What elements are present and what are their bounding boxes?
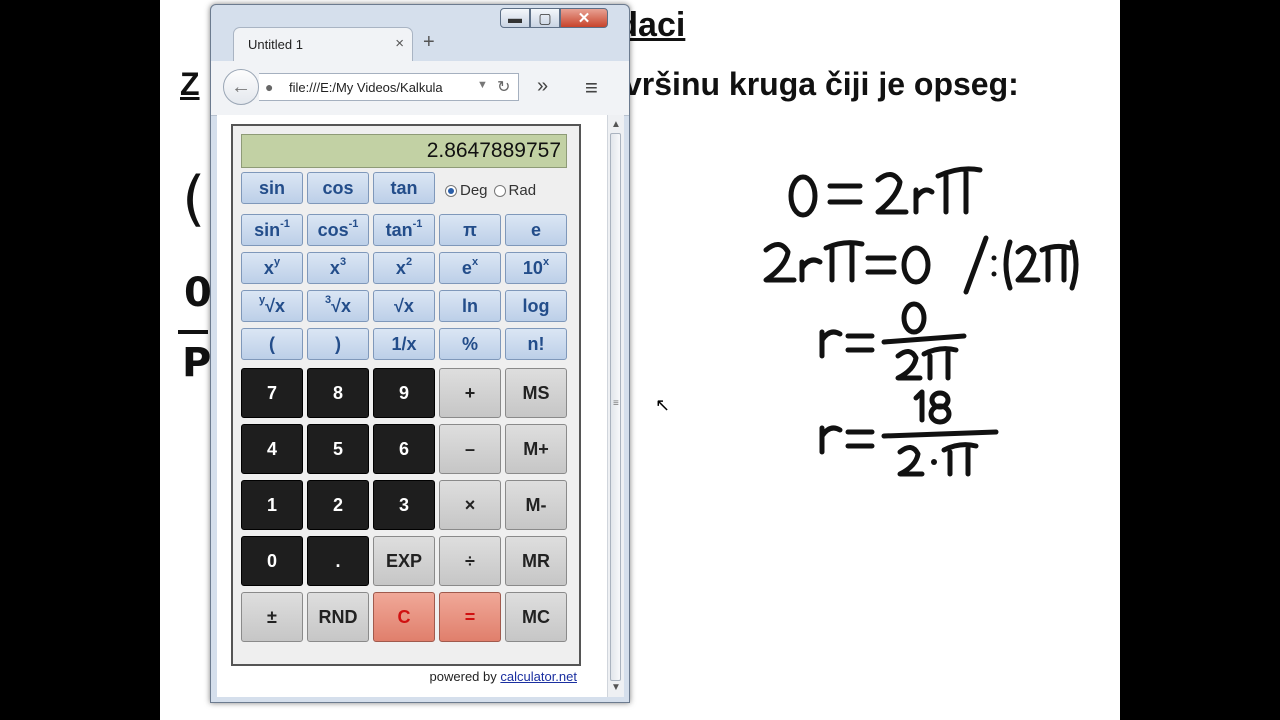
memory-store-button[interactable]: MS <box>505 368 567 418</box>
e-power-x-button[interactable]: ex <box>439 252 501 284</box>
x-power-y-button[interactable]: xy <box>241 252 303 284</box>
plus-minus-button[interactable]: ± <box>241 592 303 642</box>
url-dropdown-icon[interactable]: ▼ <box>477 79 488 91</box>
calculator-net-link[interactable]: calculator.net <box>500 669 577 684</box>
tab-title: Untitled 1 <box>248 37 303 52</box>
digit-9-button[interactable]: 9 <box>373 368 435 418</box>
plus-button[interactable]: + <box>439 368 501 418</box>
right-paren-button[interactable]: ) <box>307 328 369 360</box>
x-cubed-button[interactable]: x3 <box>307 252 369 284</box>
tan-button[interactable]: tan <box>373 172 435 204</box>
cos-button[interactable]: cos <box>307 172 369 204</box>
decimal-point-button[interactable]: . <box>307 536 369 586</box>
pi-button[interactable]: π <box>439 214 501 246</box>
scroll-down-icon[interactable]: ▼ <box>611 682 621 693</box>
ten-power-x-button[interactable]: 10 x <box>505 252 567 284</box>
digit-1-button[interactable]: 1 <box>241 480 303 530</box>
sin-button[interactable]: sin <box>241 172 303 204</box>
reload-icon[interactable]: ↻ <box>497 77 510 97</box>
calculator: 2.8647889757 sin cos tan Deg Rad sin -1 c… <box>231 124 581 666</box>
percent-button[interactable]: % <box>439 328 501 360</box>
ln-button[interactable]: ln <box>439 290 501 322</box>
browser-window: ▬ ▢ ✕ Untitled 1 × + ← ● file:///E:/My V… <box>210 4 630 703</box>
scroll-up-icon[interactable]: ▲ <box>611 119 621 130</box>
exp-button[interactable]: EXP <box>373 536 435 586</box>
formula-circumference <box>788 166 983 218</box>
tab-close-icon[interactable]: × <box>395 35 404 52</box>
digit-8-button[interactable]: 8 <box>307 368 369 418</box>
multiply-button[interactable]: × <box>439 480 501 530</box>
mouse-cursor-icon: ↖ <box>655 395 671 415</box>
new-tab-icon[interactable]: + <box>423 31 435 54</box>
log-button[interactable]: log <box>505 290 567 322</box>
memory-recall-button[interactable]: MR <box>505 536 567 586</box>
digit-2-button[interactable]: 2 <box>307 480 369 530</box>
vertical-scrollbar[interactable]: ▲ ≡ ▼ <box>607 115 624 697</box>
digit-3-button[interactable]: 3 <box>373 480 435 530</box>
memory-plus-button[interactable]: M+ <box>505 424 567 474</box>
rad-label: Rad <box>508 182 537 199</box>
powered-by-footer: powered by calculator.net <box>217 669 577 684</box>
formula-solve-step <box>763 235 1079 295</box>
hamburger-menu-icon[interactable]: ≡ <box>585 75 598 101</box>
digit-4-button[interactable]: 4 <box>241 424 303 474</box>
digit-5-button[interactable]: 5 <box>307 424 369 474</box>
divide-button[interactable]: ÷ <box>439 536 501 586</box>
powered-by-text: powered by <box>429 669 497 684</box>
cube-root-button[interactable]: 3 √x <box>307 290 369 322</box>
minus-button[interactable]: – <box>439 424 501 474</box>
y-root-x-button[interactable]: y √x <box>241 290 303 322</box>
digit-0-button[interactable]: 0 <box>241 536 303 586</box>
factorial-button[interactable]: n! <box>505 328 567 360</box>
close-window-button[interactable]: ✕ <box>560 8 608 28</box>
maximize-button[interactable]: ▢ <box>530 8 560 28</box>
page-content: 2.8647889757 sin cos tan Deg Rad sin -1 c… <box>217 115 607 697</box>
left-paren-button[interactable]: ( <box>241 328 303 360</box>
formula-radius <box>819 301 967 381</box>
calculator-display: 2.8647889757 <box>241 134 567 168</box>
rad-radio[interactable] <box>493 184 506 197</box>
reciprocal-button[interactable]: 1/x <box>373 328 435 360</box>
back-arrow-icon[interactable]: ← <box>223 69 259 105</box>
acos-button[interactable]: cos -1 <box>307 214 369 246</box>
equals-button[interactable]: = <box>439 592 501 642</box>
url-text[interactable]: file:///E:/My Videos/Kalkula <box>289 80 469 95</box>
memory-minus-button[interactable]: M- <box>505 480 567 530</box>
overflow-chevron-icon[interactable]: » <box>537 75 548 98</box>
asin-button[interactable]: sin -1 <box>241 214 303 246</box>
minimize-button[interactable]: ▬ <box>500 8 530 28</box>
deg-radio[interactable] <box>445 184 457 197</box>
deg-label: Deg <box>460 182 488 199</box>
globe-icon: ● <box>265 79 274 95</box>
x-squared-button[interactable]: x2 <box>373 252 435 284</box>
random-button[interactable]: RND <box>307 592 369 642</box>
clear-button[interactable]: C <box>373 592 435 642</box>
scrollbar-thumb[interactable]: ≡ <box>610 133 621 681</box>
angle-mode-group: Deg Rad <box>445 182 536 199</box>
grip-icon: ≡ <box>613 398 619 409</box>
navigation-bar: ← ● file:///E:/My Videos/Kalkula ▼ ↻ » ≡ <box>211 61 629 116</box>
atan-button[interactable]: tan -1 <box>373 214 435 246</box>
digit-7-button[interactable]: 7 <box>241 368 303 418</box>
memory-clear-button[interactable]: MC <box>505 592 567 642</box>
formula-radius-value <box>819 389 999 477</box>
square-root-button[interactable]: √x <box>373 290 435 322</box>
digit-6-button[interactable]: 6 <box>373 424 435 474</box>
url-bar[interactable]: ● file:///E:/My Videos/Kalkula ▼ ↻ <box>259 73 519 101</box>
e-button[interactable]: e <box>505 214 567 246</box>
tab-untitled[interactable]: Untitled 1 × <box>233 27 413 61</box>
